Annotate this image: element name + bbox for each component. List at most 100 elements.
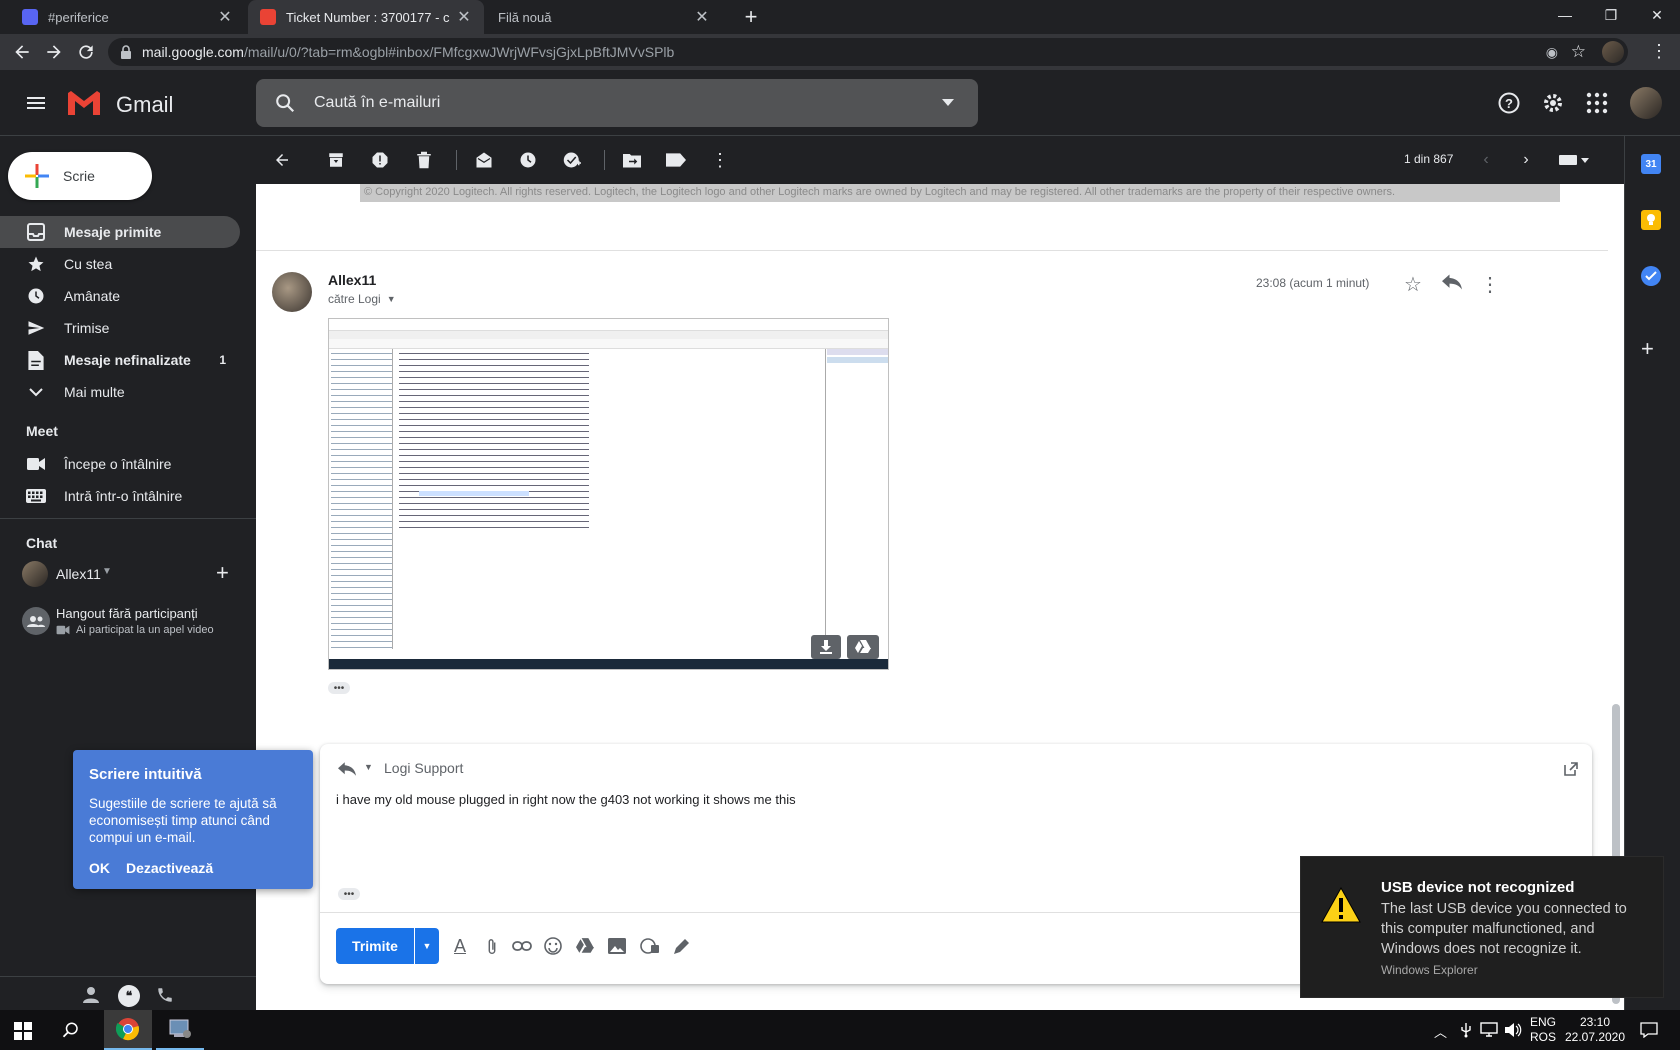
close-tab-icon[interactable]: ✕ bbox=[456, 9, 472, 26]
confidential-mode-icon[interactable] bbox=[640, 938, 660, 954]
close-tab-icon[interactable]: ✕ bbox=[217, 9, 233, 26]
move-to-icon[interactable] bbox=[620, 148, 644, 172]
search-input[interactable]: Caută în e-mailuri bbox=[314, 94, 440, 112]
reply-type-icon[interactable] bbox=[338, 762, 356, 776]
report-spam-icon[interactable] bbox=[368, 148, 392, 172]
popout-icon[interactable] bbox=[1564, 762, 1578, 776]
tasks-check-icon[interactable] bbox=[1641, 266, 1661, 286]
insert-photo-icon[interactable] bbox=[608, 938, 626, 954]
tab-ticket[interactable]: Ticket Number : 3700177 - cantecul ✕ bbox=[248, 0, 484, 34]
minimize-icon[interactable]: — bbox=[1542, 0, 1588, 30]
meet-join[interactable]: Intră într-o întâlnire bbox=[0, 480, 240, 512]
input-tools-keyboard-icon[interactable] bbox=[1554, 148, 1594, 172]
show-quoted-icon[interactable]: ••• bbox=[338, 888, 360, 900]
hangouts-chat-icon[interactable]: ❝ bbox=[118, 985, 140, 1007]
action-center-icon[interactable] bbox=[1640, 1022, 1658, 1038]
help-icon[interactable]: ? bbox=[1497, 91, 1521, 115]
compose-button[interactable]: Scrie bbox=[8, 152, 152, 200]
sender-avatar[interactable] bbox=[272, 272, 312, 312]
window-close-icon[interactable]: ✕ bbox=[1634, 0, 1680, 30]
network-icon[interactable] bbox=[1480, 1022, 1498, 1038]
settings-gear-icon[interactable] bbox=[1541, 91, 1565, 115]
delete-icon[interactable] bbox=[412, 148, 436, 172]
get-addons-plus-icon[interactable]: + bbox=[1641, 336, 1654, 362]
add-to-tasks-icon[interactable] bbox=[560, 148, 584, 172]
nav-snoozed[interactable]: Amânate bbox=[0, 280, 240, 312]
apps-grid-icon[interactable] bbox=[1586, 92, 1608, 114]
clock[interactable]: 23:10 22.07.2020 bbox=[1564, 1015, 1626, 1045]
forward-icon[interactable] bbox=[44, 42, 64, 62]
popup-disable-button[interactable]: Dezactivează bbox=[126, 860, 213, 876]
tray-chevron-up-icon[interactable]: ︿ bbox=[1434, 1022, 1447, 1041]
details-dropdown-icon[interactable]: ▼ bbox=[387, 294, 396, 304]
archive-icon[interactable] bbox=[324, 148, 348, 172]
back-icon[interactable] bbox=[12, 42, 32, 62]
emoji-icon[interactable] bbox=[544, 937, 562, 955]
new-chat-plus-icon[interactable]: + bbox=[216, 560, 229, 586]
chrome-taskbar-icon[interactable] bbox=[104, 1010, 152, 1050]
insert-link-icon[interactable] bbox=[512, 940, 532, 952]
drive-icon[interactable] bbox=[576, 938, 594, 954]
address-bar[interactable]: mail.google.com/mail/u/0/?tab=rm&ogbl#in… bbox=[108, 38, 1628, 66]
older-chevron-right-icon[interactable]: › bbox=[1514, 148, 1538, 172]
bookmark-star-icon[interactable]: ☆ bbox=[1571, 42, 1586, 62]
computer-management-taskbar-icon[interactable] bbox=[156, 1010, 204, 1050]
search-box[interactable]: Caută în e-mailuri bbox=[256, 79, 978, 127]
reply-body-input[interactable]: i have my old mouse plugged in right now… bbox=[336, 792, 796, 807]
star-message-icon[interactable]: ☆ bbox=[1404, 272, 1422, 297]
gmail-logo-icon[interactable] bbox=[66, 89, 102, 117]
tab-new[interactable]: Filă nouă ✕ bbox=[486, 0, 722, 34]
attach-icon[interactable] bbox=[486, 938, 498, 956]
recipient-line[interactable]: către Logi ▼ bbox=[328, 292, 396, 306]
taskbar-search-icon[interactable] bbox=[62, 1021, 80, 1039]
new-tab-plus-icon[interactable]: + bbox=[740, 6, 762, 28]
close-tab-icon[interactable]: ✕ bbox=[694, 9, 710, 26]
profile-avatar[interactable] bbox=[1602, 41, 1624, 63]
schedule-send-dropdown-icon[interactable]: ▼ bbox=[415, 928, 439, 964]
windows-start-icon[interactable] bbox=[14, 1022, 32, 1040]
usb-tray-icon[interactable] bbox=[1458, 1022, 1474, 1038]
search-icon[interactable] bbox=[274, 92, 296, 114]
hangout-title[interactable]: Hangout fără participanți bbox=[56, 606, 198, 621]
back-to-inbox-icon[interactable] bbox=[270, 148, 294, 172]
inline-screenshot-image[interactable] bbox=[328, 318, 889, 670]
snooze-clock-icon[interactable] bbox=[516, 148, 540, 172]
account-avatar[interactable] bbox=[1630, 87, 1662, 119]
nav-inbox[interactable]: Mesaje primite bbox=[0, 216, 240, 248]
reply-icon[interactable] bbox=[1442, 274, 1462, 290]
reload-icon[interactable] bbox=[76, 42, 96, 62]
volume-icon[interactable] bbox=[1504, 1022, 1522, 1038]
nav-starred[interactable]: Cu stea bbox=[0, 248, 240, 280]
tab-periferice[interactable]: #periferice ✕ bbox=[0, 0, 245, 34]
reply-recipient[interactable]: Logi Support bbox=[384, 760, 463, 776]
chat-user-name[interactable]: Allex11 bbox=[56, 566, 101, 582]
formatting-icon[interactable]: A bbox=[454, 936, 466, 957]
input-language[interactable]: ENG ROS bbox=[1530, 1015, 1556, 1045]
browser-menu-icon[interactable]: ⋮ bbox=[1650, 42, 1668, 60]
keep-bulb-icon[interactable] bbox=[1641, 210, 1661, 230]
restore-icon[interactable]: ❐ bbox=[1588, 0, 1634, 30]
more-actions-icon[interactable]: ⋮ bbox=[708, 148, 732, 172]
reply-type-dropdown-icon[interactable]: ▼ bbox=[364, 762, 373, 772]
calendar-icon[interactable]: 31 bbox=[1641, 154, 1661, 174]
search-options-icon[interactable] bbox=[942, 99, 954, 107]
tracking-eye-icon[interactable]: ◉ bbox=[1546, 44, 1558, 61]
newer-chevron-left-icon[interactable]: ‹ bbox=[1474, 148, 1498, 172]
download-icon[interactable] bbox=[811, 635, 841, 659]
nav-more[interactable]: Mai multe bbox=[0, 376, 240, 408]
popup-ok-button[interactable]: OK bbox=[89, 860, 110, 876]
status-dropdown-icon[interactable]: ▼ bbox=[102, 566, 112, 577]
chat-user-avatar[interactable] bbox=[22, 561, 48, 587]
message-more-icon[interactable]: ⋮ bbox=[1480, 272, 1500, 297]
phone-icon[interactable] bbox=[156, 986, 174, 1004]
mark-unread-icon[interactable] bbox=[472, 148, 496, 172]
signature-pen-icon[interactable] bbox=[672, 938, 690, 956]
nav-sent[interactable]: Trimise bbox=[0, 312, 240, 344]
nav-drafts[interactable]: Mesaje nefinalizate 1 bbox=[0, 344, 240, 376]
usb-notification-toast[interactable]: USB device not recognized The last USB d… bbox=[1300, 856, 1664, 998]
label-icon[interactable] bbox=[664, 148, 688, 172]
show-trimmed-icon[interactable]: ••• bbox=[328, 682, 350, 694]
meet-start[interactable]: Începe o întâlnire bbox=[0, 448, 240, 480]
contacts-icon[interactable] bbox=[82, 986, 100, 1004]
send-button[interactable]: Trimite bbox=[336, 928, 414, 964]
